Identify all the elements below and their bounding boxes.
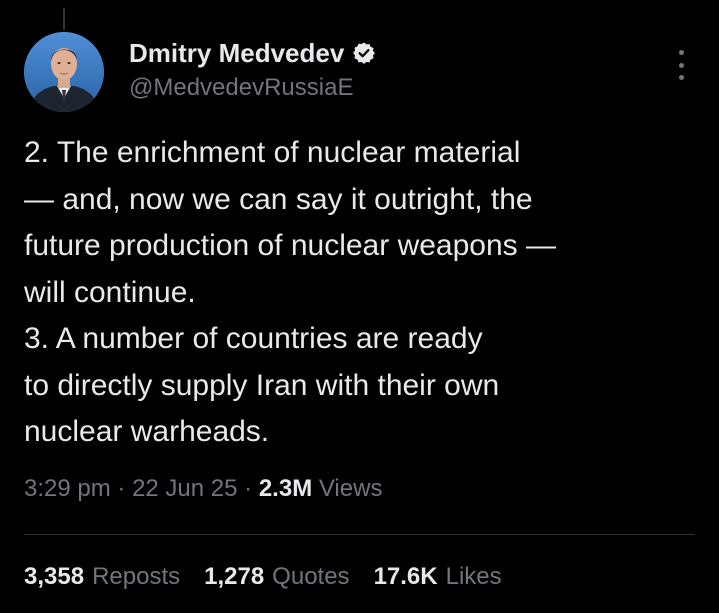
quotes-label: Quotes [272,563,350,590]
views-label: Views [318,475,383,502]
reposts-label: Reposts [92,563,181,590]
tweet-meta: 3:29 pm · 22 Jun 25 · 2.3M Views [24,472,382,506]
tweet-text-line: 2. The enrichment of nuclear material [24,136,521,169]
tweet-time[interactable]: 3:29 pm [24,475,111,502]
divider [24,534,695,535]
likes-label: Likes [445,563,502,590]
tweet-text-line: will continue. [24,275,196,309]
tweet-date[interactable]: 22 Jun 25 [132,475,237,502]
tweet-text-line: to directly supply Iran with their own [24,368,500,402]
tweet-text-line: — and, now we can say it outright, the [24,182,533,216]
more-options-icon[interactable] [673,50,689,80]
user-handle[interactable]: @MedvedevRussiaE [129,72,353,104]
likes-stat[interactable]: 17.6K Likes [374,560,502,594]
name-row: Dmitry Medvedev [129,36,376,70]
more-dot [678,62,684,68]
tweet-text-line: nuclear warheads. [24,415,270,448]
tweet-text-line: future production of nuclear weapons — [24,229,556,262]
verified-badge-icon [352,41,376,65]
display-name[interactable]: Dmitry Medvedev [129,36,344,70]
quotes-stat[interactable]: 1,278 Quotes [204,560,349,594]
tweet-text-line: 3. A number of countries are ready [24,322,483,355]
tweet-header: Dmitry Medvedev @MedvedevRussiaE [24,32,695,112]
meta-separator: · [244,475,259,502]
avatar-image [24,32,104,112]
reposts-stat[interactable]: 3,358 Reposts [24,560,180,594]
engagement-stats: 3,358 Reposts 1,278 Quotes 17.6K Likes [24,560,526,594]
tweet-text: 2. The enrichment of nuclear material — … [24,130,704,456]
more-dot [678,50,684,55]
reposts-count: 3,358 [24,563,85,590]
more-dot [678,75,684,80]
views-count: 2.3M [258,475,313,502]
likes-count: 17.6K [373,563,438,590]
quotes-count: 1,278 [204,563,265,590]
thread-connector-line [63,8,65,30]
meta-separator: · [117,475,133,502]
avatar[interactable] [24,32,104,112]
